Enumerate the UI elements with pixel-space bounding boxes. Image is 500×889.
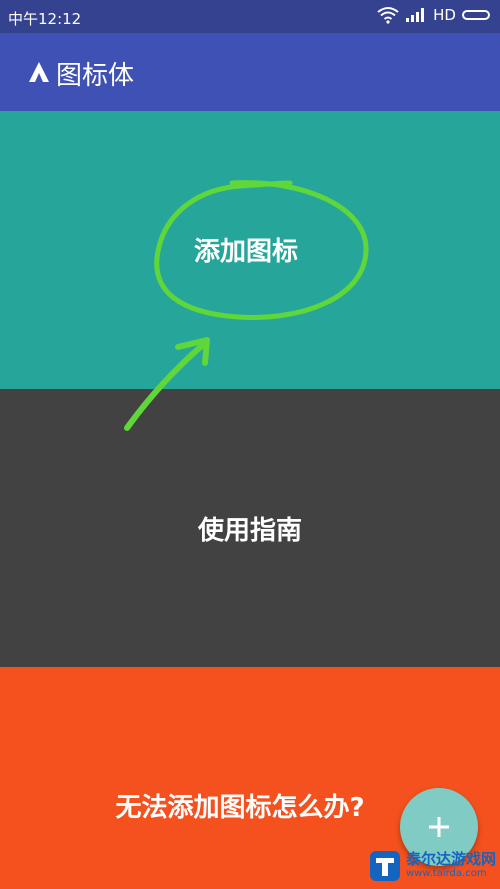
guide-panel[interactable]: 使用指南	[0, 389, 500, 667]
app-logo-icon	[29, 62, 49, 82]
signal-icon	[406, 8, 425, 22]
status-time: 中午12:12	[8, 10, 82, 28]
status-bar: 中午12:12 HD	[0, 0, 500, 33]
network-type-label: HD	[433, 6, 456, 24]
watermark-url: www.tairda.com	[406, 868, 487, 879]
status-icons: HD	[377, 6, 490, 24]
app-title: 图标体	[56, 61, 135, 91]
help-label: 无法添加图标怎么办?	[115, 793, 365, 823]
watermark: 泰尔达游戏网 www.tairda.com	[368, 842, 500, 889]
plus-icon	[429, 817, 449, 837]
wifi-icon	[377, 7, 399, 24]
add-icon-panel[interactable]: 添加图标	[0, 111, 500, 389]
battery-icon	[462, 10, 490, 20]
add-icon-label: 添加图标	[193, 236, 298, 267]
watermark-title: 泰尔达游戏网	[406, 850, 497, 868]
watermark-logo-icon	[370, 850, 400, 881]
app-bar: 图标体	[0, 33, 500, 111]
guide-label: 使用指南	[197, 515, 302, 546]
